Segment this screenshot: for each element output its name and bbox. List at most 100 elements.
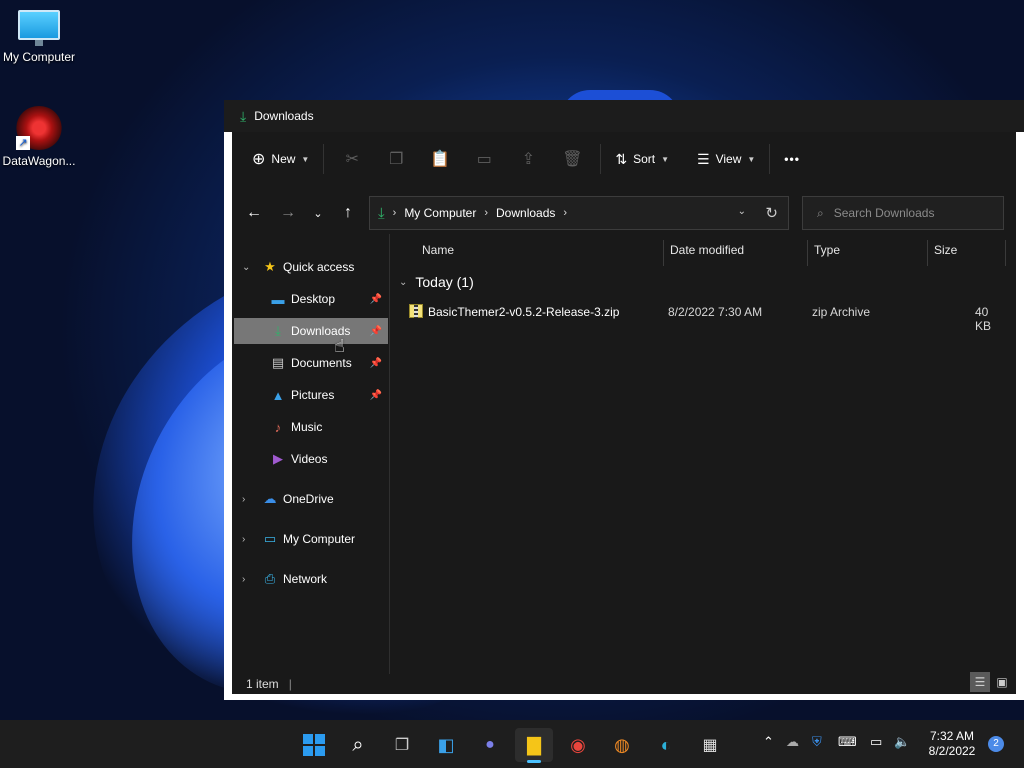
up-arrow-icon[interactable]: ↑ (334, 196, 362, 230)
nav-item-pictures[interactable]: ▲ Pictures 📌 (234, 382, 388, 408)
forward-arrow-icon[interactable]: → (274, 196, 302, 230)
show-hidden-icons-chevron-icon[interactable]: ⌃ (763, 734, 774, 750)
teams-chat-icon[interactable]: ● (471, 728, 509, 762)
desktop-icon-label: My Computer (2, 50, 76, 64)
expand-chevron-icon[interactable]: › (242, 534, 245, 545)
file-row[interactable]: BasicThemer2-v0.5.2-Release-3.zip 8/2/20… (405, 300, 1005, 333)
nav-item-downloads[interactable]: ⤓ Downloads 📌 (234, 318, 388, 344)
search-icon[interactable]: ⌕ (339, 728, 377, 762)
nav-my-computer[interactable]: › ▭ My Computer (234, 526, 388, 552)
search-box[interactable]: ⌕ Search Downloads (802, 196, 1004, 230)
delete-icon[interactable]: 🗑 (550, 143, 594, 175)
column-header-date[interactable]: Date modified (670, 234, 744, 266)
cloud-offline-icon[interactable]: ☁ (786, 734, 799, 750)
pin-icon: 📌 (369, 293, 382, 305)
recent-locations-chevron-icon[interactable]: ⌄ (304, 196, 332, 230)
expand-chevron-icon[interactable]: › (242, 494, 245, 505)
toolbar-divider (600, 144, 602, 174)
paste-icon[interactable]: 📋 (418, 143, 462, 175)
chevron-down-icon: ▼ (747, 154, 756, 164)
new-button[interactable]: ⊕ New ▼ (244, 143, 317, 175)
nav-label: Desktop (291, 292, 336, 306)
share-icon[interactable]: ⇪ (506, 143, 550, 175)
details-view-icon[interactable]: ☰ (970, 672, 990, 692)
expand-chevron-icon[interactable]: › (242, 574, 245, 585)
keyboard-icon[interactable]: ⌨ (838, 734, 857, 750)
breadcrumb-chevron-icon: › (563, 207, 568, 219)
column-header-size[interactable]: Size (934, 234, 957, 266)
column-divider[interactable] (807, 240, 808, 266)
star-icon: ★ (264, 259, 276, 274)
sort-button[interactable]: ⇅ Sort ▼ (607, 143, 677, 175)
download-icon: ⤓ (240, 107, 247, 124)
breadcrumb-downloads[interactable]: Downloads (496, 206, 555, 220)
windows-logo-icon (303, 734, 325, 756)
nav-item-desktop[interactable]: ▬ Desktop 📌 (234, 286, 388, 312)
sort-label: Sort (633, 152, 656, 166)
desktop-icon-my-computer[interactable]: My Computer (0, 10, 78, 64)
nav-label: OneDrive (283, 492, 334, 506)
refresh-icon[interactable]: ↻ (765, 204, 778, 222)
nav-network[interactable]: › ⎙ Network (234, 566, 388, 592)
view-button[interactable]: ☰ View ▼ (689, 143, 763, 175)
network-icon: ⎙ (264, 571, 276, 586)
nav-label: Pictures (291, 388, 335, 402)
nav-onedrive[interactable]: › ☁ OneDrive (234, 486, 388, 512)
address-row: ← → ⌄ ↑ ⤓ › My Computer › Downloads › ⌄ … (232, 196, 1016, 230)
notification-badge[interactable]: 2 (988, 736, 1004, 752)
title-bar[interactable]: ⤓ Downloads (224, 100, 1024, 132)
chrome-icon[interactable]: ◉ (559, 728, 597, 762)
nav-label: My Computer (283, 532, 356, 546)
group-header-today[interactable]: ⌄ Today (1) (399, 274, 474, 290)
address-bar[interactable]: ⤓ › My Computer › Downloads › ⌄ ↻ (369, 196, 789, 230)
more-icon: ••• (784, 152, 800, 166)
desktop-icon-datawagon[interactable]: ↗ DataWagon... (0, 106, 78, 168)
navigation-pane: ⌄ ★ Quick access ▬ Desktop 📌 ⤓ Downloads… (232, 234, 390, 674)
clock-date: 8/2/2022 (928, 744, 976, 758)
column-divider[interactable] (1005, 240, 1006, 266)
expand-chevron-icon[interactable]: ⌄ (242, 262, 250, 273)
column-divider[interactable] (663, 240, 664, 266)
group-label: Today (1) (415, 274, 474, 290)
rename-icon[interactable]: ▭ (462, 143, 506, 175)
more-options-button[interactable]: ••• (776, 143, 808, 175)
widgets-icon[interactable]: ◧ (427, 728, 465, 762)
column-divider[interactable] (927, 240, 928, 266)
start-button[interactable] (295, 728, 333, 762)
zip-archive-icon (409, 304, 423, 318)
nav-item-music[interactable]: ♪ Music (234, 414, 388, 440)
file-size: 40 KB (975, 305, 992, 333)
download-icon: ⤓ (275, 323, 281, 338)
copy-icon[interactable]: ❐ (374, 143, 418, 175)
pictures-icon: ▲ (271, 387, 285, 403)
nav-item-videos[interactable]: ▶ Videos (234, 446, 388, 472)
file-list-pane: Name Date modified Type Size ⌄ Today (1)… (391, 234, 1016, 764)
breadcrumb-my-computer[interactable]: My Computer (404, 206, 476, 220)
column-header-type[interactable]: Type (814, 234, 840, 266)
store-icon[interactable]: ▦ (691, 728, 729, 762)
new-label: New (271, 152, 296, 166)
address-dropdown-icon[interactable]: ⌄ (738, 206, 746, 217)
toolbar-divider (323, 144, 325, 174)
taskbar: ⌕ ❐ ◧ ● ▇ ◉ ◍ ◐ ▦ ⌃ ☁ ⛨ ⌨ ▭ 🔈 7:32 AM 8/… (0, 720, 1024, 768)
hand-cursor-icon: ☝ (334, 336, 345, 356)
system-clock[interactable]: 7:32 AM 8/2/2022 (922, 729, 982, 759)
security-shield-icon[interactable]: ⛨ (812, 734, 822, 750)
search-placeholder: Search Downloads (833, 206, 935, 220)
file-explorer-taskbar-icon[interactable]: ▇ (515, 728, 553, 763)
firefox-icon[interactable]: ◍ (603, 728, 641, 762)
tiles-view-icon[interactable]: ▣ (992, 672, 1012, 692)
edge-icon[interactable]: ◐ (647, 728, 685, 762)
task-view-icon[interactable]: ❐ (383, 728, 421, 762)
nav-item-documents[interactable]: ▤ Documents 📌 (234, 350, 388, 376)
plus-circle-icon: ⊕ (252, 151, 266, 168)
network-status-icon[interactable]: ▭ (870, 734, 882, 750)
column-header-name[interactable]: Name (422, 234, 454, 266)
cut-icon[interactable]: ✂ (330, 143, 374, 175)
nav-quick-access[interactable]: ⌄ ★ Quick access (234, 254, 388, 280)
download-icon: ⤓ (378, 204, 385, 222)
nav-label: Documents (291, 356, 352, 370)
back-arrow-icon[interactable]: ← (240, 196, 268, 230)
volume-icon[interactable]: 🔈 (894, 734, 910, 750)
desktop-icon-label: DataWagon... (2, 154, 76, 168)
